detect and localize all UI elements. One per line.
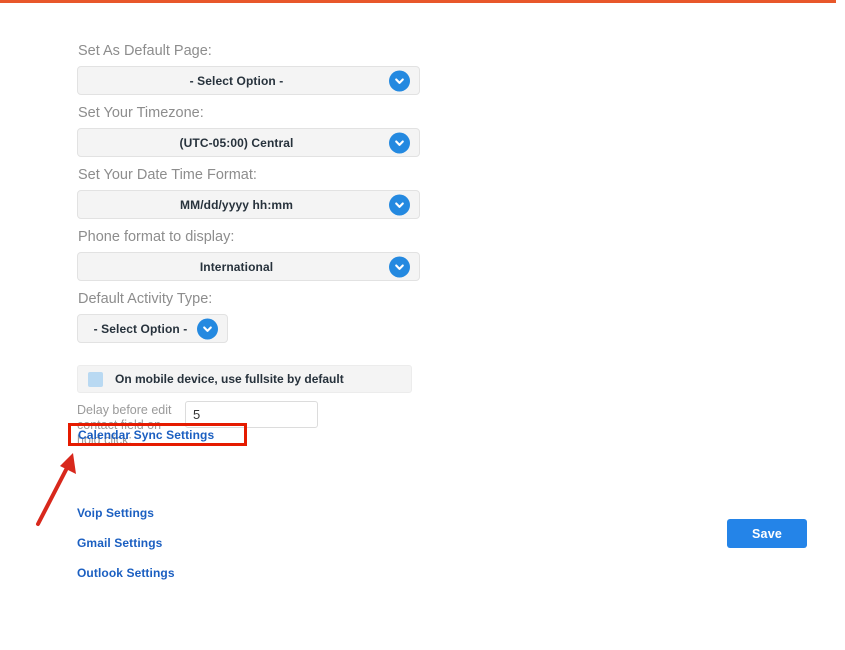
fullsite-checkbox-label: On mobile device, use fullsite by defaul… [115,372,344,386]
link-gmail-settings[interactable]: Gmail Settings [77,536,497,550]
label-datetime-format: Set Your Date Time Format: [78,167,257,183]
settings-form: Set As Default Page: - Select Option - S… [77,42,497,580]
fullsite-checkbox[interactable] [88,371,103,387]
chevron-down-icon[interactable] [389,256,410,277]
field-default-page: Set As Default Page: - Select Option - [77,42,497,95]
top-accent-rule [0,0,836,3]
label-phone-format: Phone format to display: [78,229,235,245]
label-default-activity-type: Default Activity Type: [78,291,213,307]
chevron-down-icon[interactable] [197,318,218,339]
settings-links: Voip Settings Gmail Settings Outlook Set… [77,462,497,580]
select-default-activity-type[interactable]: - Select Option - [77,314,228,343]
field-timezone: Set Your Timezone: (UTC-05:00) Central [77,104,497,157]
delay-input[interactable] [185,401,318,428]
select-phone-format[interactable]: International [77,252,420,281]
link-voip-settings[interactable]: Voip Settings [77,506,497,520]
field-phone-format: Phone format to display: International [77,228,497,281]
field-default-activity-type: Default Activity Type: - Select Option - [77,290,497,343]
select-default-page[interactable]: - Select Option - [77,66,420,95]
select-timezone[interactable]: (UTC-05:00) Central [77,128,420,157]
select-datetime-format-value: MM/dd/yyyy hh:mm [180,197,293,212]
label-default-page: Set As Default Page: [78,43,212,59]
chevron-down-icon[interactable] [389,70,410,91]
field-datetime-format: Set Your Date Time Format: MM/dd/yyyy hh… [77,166,497,219]
select-phone-format-value: International [199,259,274,274]
link-outlook-settings[interactable]: Outlook Settings [77,566,497,580]
save-button[interactable]: Save [727,519,807,548]
chevron-down-icon[interactable] [389,132,410,153]
link-calendar-sync-settings[interactable]: Calendar Sync Settings [78,428,214,442]
label-timezone: Set Your Timezone: [78,105,204,121]
select-datetime-format[interactable]: MM/dd/yyyy hh:mm [77,190,420,219]
fullsite-checkbox-row[interactable]: On mobile device, use fullsite by defaul… [77,365,412,393]
select-timezone-value: (UTC-05:00) Central [179,135,294,150]
chevron-down-icon[interactable] [389,194,410,215]
select-default-page-value: - Select Option - [189,73,284,88]
